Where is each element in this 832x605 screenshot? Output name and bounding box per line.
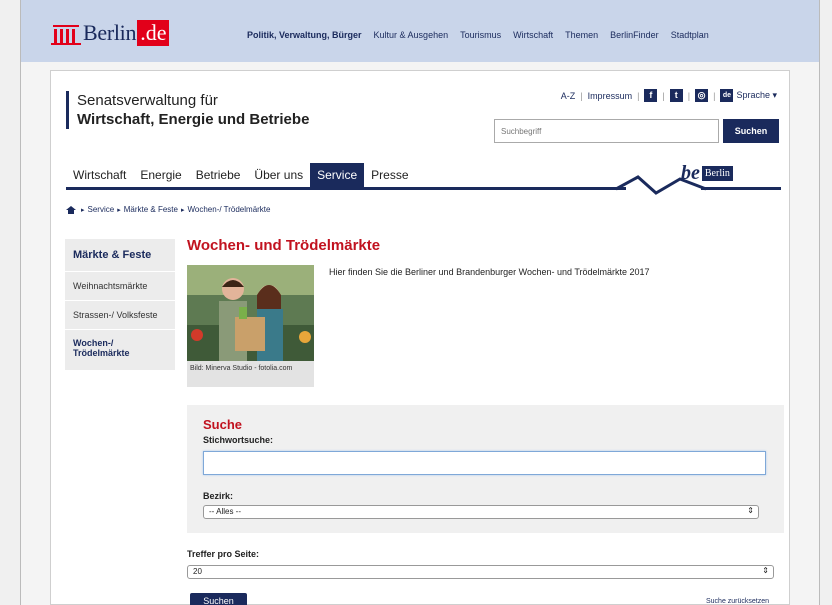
nav-betriebe[interactable]: Betriebe (189, 163, 248, 187)
twitter-icon[interactable]: t (669, 89, 683, 102)
sidenav-item-weihnachtsmaerkte[interactable]: Weihnachtsmärkte (65, 272, 175, 301)
az-link[interactable]: A-Z (561, 91, 576, 101)
market-search-panel: Suche Stichwortsuche: Bezirk: -- Alles -… (187, 405, 784, 533)
portal-nav: Politik, Verwaltung, Bürger Kultur & Aus… (247, 30, 721, 40)
language-menu[interactable]: Sprache ▾ (736, 90, 777, 101)
be-berlin-logo: be Berlin (681, 162, 733, 185)
portal-nav-berlinfinder[interactable]: BerlinFinder (610, 30, 659, 40)
nav-wirtschaft[interactable]: Wirtschaft (66, 163, 133, 187)
side-nav: Märkte & Feste Weihnachtsmärkte Strassen… (65, 239, 175, 371)
portal-nav-politik[interactable]: Politik, Verwaltung, Bürger (247, 30, 362, 40)
search-panel-title: Suche (203, 417, 243, 432)
treffer-label: Treffer pro Seite: (187, 549, 260, 559)
nav-energie[interactable]: Energie (133, 163, 188, 187)
berlin-de-logo[interactable]: Berlin .de (51, 20, 170, 46)
breadcrumb: ▸ Service ▸ Märkte & Feste ▸ Wochen-/ Tr… (66, 205, 270, 214)
market-photo (187, 265, 314, 361)
sidenav-active-line1: Wochen-/ (73, 338, 114, 348)
home-icon[interactable] (66, 205, 76, 214)
page-title: Wochen- und Trödelmärkte (187, 237, 381, 254)
facebook-icon[interactable]: f (644, 89, 658, 102)
sidenav-heading[interactable]: Märkte & Feste (65, 239, 175, 272)
site-search-input[interactable]: Suchbegriff (494, 119, 719, 143)
select-arrows-icon: ⇕ (747, 506, 754, 515)
portal-header: Berlin .de Politik, Verwaltung, Bürger K… (21, 0, 819, 62)
breadcrumb-service[interactable]: Service (88, 205, 115, 214)
logo-text: Berlin (83, 20, 137, 45)
breadcrumb-arrow-icon: ▸ (180, 206, 185, 214)
portal-nav-kultur[interactable]: Kultur & Ausgehen (374, 30, 449, 40)
treffer-select[interactable]: 20 ⇕ (187, 565, 774, 579)
nav-divider (66, 187, 626, 190)
bezirk-select[interactable]: -- Alles -- ⇕ (203, 505, 759, 519)
logo-tld: .de (137, 20, 170, 46)
sidenav-item-troedelmaerkte[interactable]: Wochen-/ Trödelmärkte (65, 330, 175, 371)
intro-text: Hier finden Sie die Berliner und Branden… (329, 267, 650, 277)
nav-divider-right (701, 187, 781, 190)
main-nav: Wirtschaft Energie Betriebe Über uns Ser… (66, 163, 416, 187)
browser-viewport: Berlin .de Politik, Verwaltung, Bürger K… (0, 0, 832, 605)
department-line1: Senatsverwaltung für (77, 92, 218, 109)
photo-caption: Bild: Minerva Studio - fotolia.com (187, 361, 314, 387)
search-submit-button[interactable]: Suchen (190, 593, 247, 605)
site-search-button[interactable]: Suchen (723, 119, 779, 143)
portal-nav-tourismus[interactable]: Tourismus (460, 30, 501, 40)
keyword-label: Stichwortsuche: (203, 435, 274, 445)
sidenav-active-line2: Trödelmärkte (73, 348, 130, 358)
keyword-input[interactable] (203, 451, 766, 475)
portal-nav-themen[interactable]: Themen (565, 30, 598, 40)
page-card: Senatsverwaltung für Wirtschaft, Energie… (50, 70, 790, 605)
bezirk-label: Bezirk: (203, 491, 234, 501)
select-arrows-icon: ⇕ (762, 566, 769, 575)
brandenburg-gate-icon (51, 21, 81, 45)
language-icon: de (720, 89, 734, 102)
instagram-icon[interactable]: ◎ (695, 89, 709, 102)
portal-nav-stadtplan[interactable]: Stadtplan (671, 30, 709, 40)
nav-presse[interactable]: Presse (364, 163, 415, 187)
reset-search-link[interactable]: Suche zurücksetzen (706, 598, 769, 605)
nav-ueber-uns[interactable]: Über uns (247, 163, 310, 187)
breadcrumb-arrow-icon: ▸ (117, 206, 121, 214)
be-logo-text: be (681, 162, 700, 184)
bezirk-select-value: -- Alles -- (209, 507, 241, 516)
nav-service[interactable]: Service (310, 163, 365, 187)
portal-nav-wirtschaft[interactable]: Wirtschaft (513, 30, 553, 40)
impressum-link[interactable]: Impressum (588, 91, 633, 101)
breadcrumb-maerkte[interactable]: Märkte & Feste (124, 205, 178, 214)
breadcrumb-arrow-icon: ▸ (81, 206, 85, 214)
berlin-logo-box: Berlin (701, 166, 733, 181)
breadcrumb-current[interactable]: Wochen-/ Trödelmärkte (187, 205, 270, 214)
sidenav-item-strassenfeste[interactable]: Strassen-/ Volksfeste (65, 301, 175, 330)
department-line2: Wirtschaft, Energie und Betriebe (77, 111, 310, 128)
utility-bar: A-Z | Impressum | f | t | ◎ | de Sprache… (560, 89, 777, 102)
treffer-select-value: 20 (193, 567, 202, 576)
department-title[interactable]: Senatsverwaltung für Wirtschaft, Energie… (66, 91, 309, 129)
